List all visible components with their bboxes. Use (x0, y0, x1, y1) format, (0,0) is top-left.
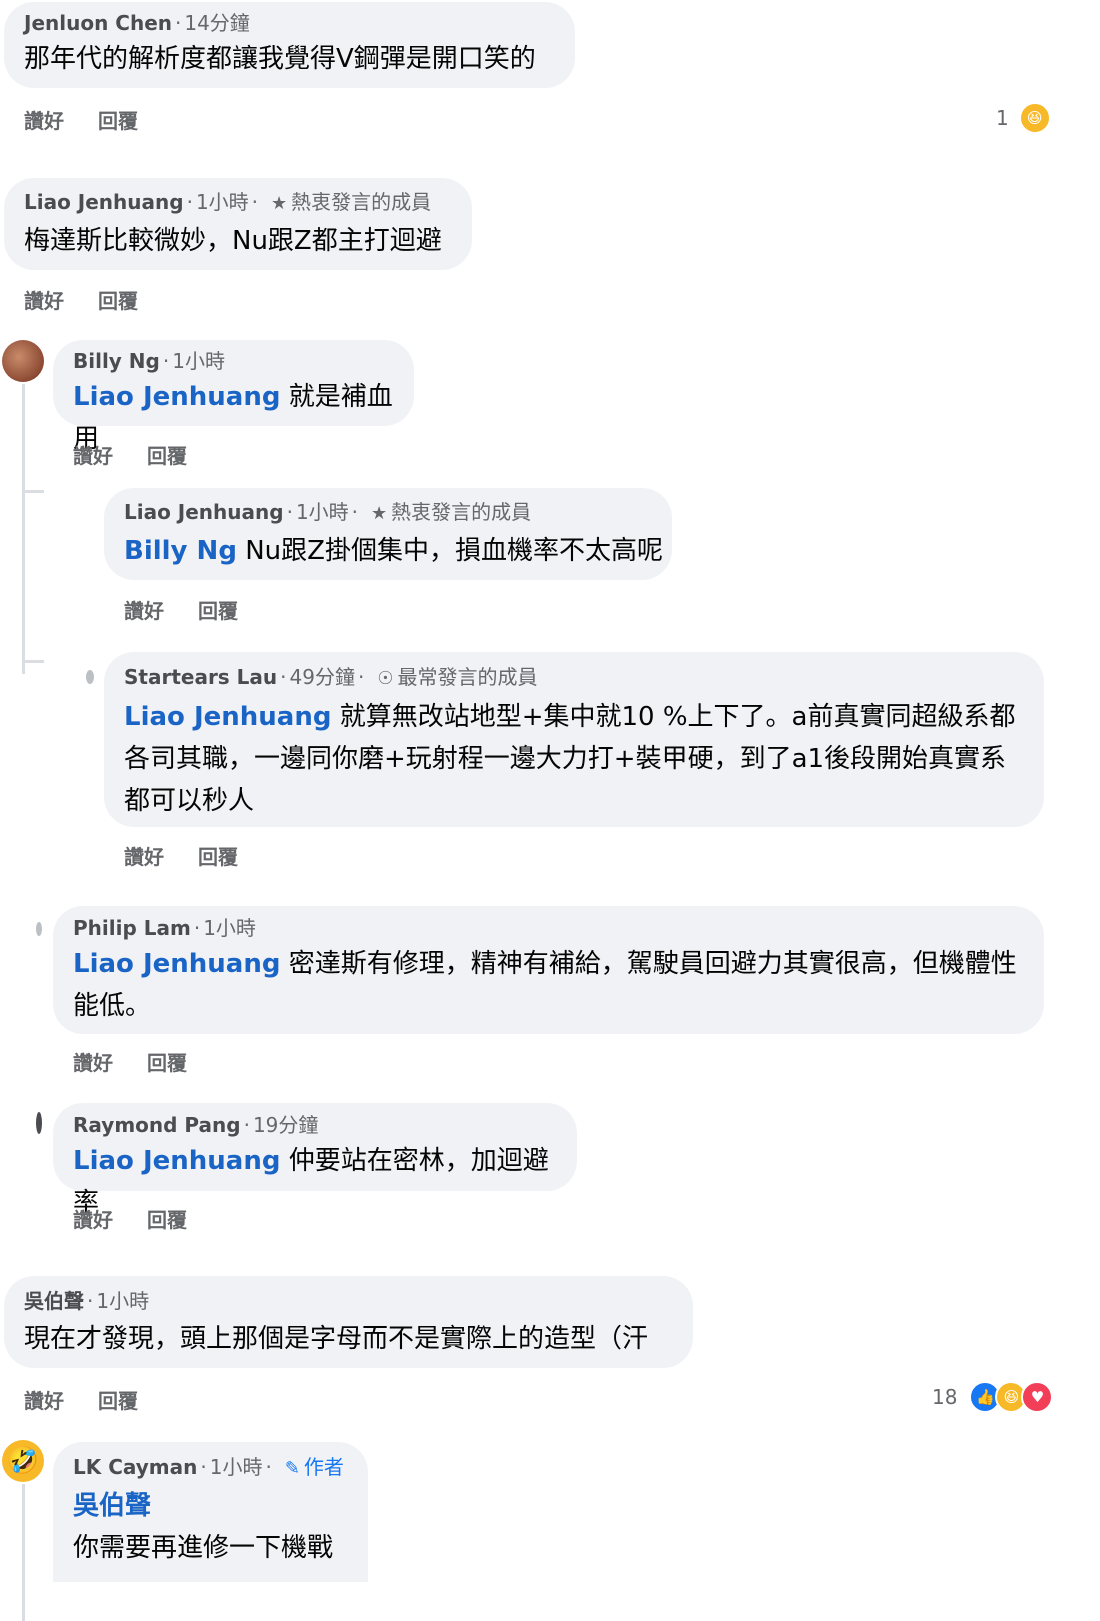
like-button[interactable]: 讚好 (73, 1051, 113, 1075)
reply-button[interactable]: 回覆 (198, 845, 238, 869)
comment-time[interactable]: 1小時 (172, 349, 225, 373)
comment-meta: Liao Jenhuang · 1小時 · ★ 熱衷發言的成員 (24, 190, 432, 214)
comment-actions: 讚好 回覆 (24, 1385, 138, 1414)
mention-link[interactable]: Liao Jenhuang (73, 1146, 280, 1176)
like-button[interactable]: 讚好 (24, 109, 64, 133)
comment-text: Liao Jenhuang 就算無改站地型+集中就10 %上下了。a前真實同超級… (124, 702, 1016, 816)
haha-icon: 😆 (1018, 102, 1051, 134)
mention-link[interactable]: Liao Jenhuang (124, 702, 331, 732)
thread-line (22, 1484, 25, 1621)
comment-time[interactable]: 49分鐘 (290, 665, 355, 689)
comment-meta: Philip Lam · 1小時 (73, 916, 256, 940)
like-button[interactable]: 讚好 (124, 599, 164, 623)
like-button[interactable]: 讚好 (24, 289, 64, 313)
comment-time[interactable]: 14分鐘 (184, 11, 249, 35)
member-badge: 熱衷發言的成員 (391, 500, 532, 524)
mention-link[interactable]: Liao Jenhuang (73, 949, 280, 979)
comment-meta: Liao Jenhuang · 1小時 · ★ 熱衷發言的成員 (124, 500, 532, 524)
comment-text: 現在才發現，頭上那個是字母而不是實際上的造型（汗 (24, 1324, 649, 1354)
comment-time[interactable]: 1小時 (296, 500, 349, 524)
like-button[interactable]: 讚好 (73, 444, 113, 468)
comment-meta: Startears Lau · 49分鐘 · ☉ 最常發言的成員 (124, 665, 538, 689)
avatar[interactable] (36, 922, 42, 936)
like-button[interactable]: 讚好 (124, 845, 164, 869)
comment-actions: 讚好 回覆 (24, 285, 138, 314)
commenter-name[interactable]: 吳伯聲 (24, 1289, 84, 1313)
comment-time[interactable]: 19分鐘 (253, 1113, 318, 1137)
comment-actions: 讚好 回覆 (124, 595, 238, 624)
reply-button[interactable]: 回覆 (98, 289, 138, 313)
mention-link[interactable]: 吳伯聲 (73, 1485, 363, 1527)
star-icon: ★ (271, 193, 288, 214)
comment-time[interactable]: 1小時 (196, 190, 249, 214)
commenter-name[interactable]: Philip Lam (73, 916, 191, 940)
heart-icon: ♥ (1021, 1381, 1054, 1413)
comment-meta: Billy Ng · 1小時 (73, 349, 225, 373)
reaction-summary[interactable]: 1 😆 (996, 102, 1051, 134)
commenter-name[interactable]: Startears Lau (124, 665, 277, 689)
reply-button[interactable]: 回覆 (98, 1389, 138, 1413)
comment-meta: Jenluon Chen · 14分鐘 (24, 11, 250, 35)
comment-text: Liao Jenhuang 密達斯有修理，精神有補給，駕駛員回避力其實很高，但機… (73, 949, 1017, 1021)
comment-time[interactable]: 1小時 (96, 1289, 149, 1313)
comment-time[interactable]: 1小時 (210, 1455, 263, 1479)
avatar[interactable] (86, 670, 94, 684)
avatar[interactable] (36, 1112, 42, 1134)
reaction-count: 18 (932, 1385, 958, 1409)
avatar[interactable] (2, 340, 44, 382)
thread-line (22, 384, 25, 674)
commenter-name[interactable]: Liao Jenhuang (124, 500, 284, 524)
comment-text: 梅達斯比較微妙，Nu跟Z都主打迴避 (24, 226, 442, 256)
thread-connector (22, 660, 44, 663)
medal-icon: ☉ (377, 668, 394, 689)
avatar[interactable]: 🤣 (2, 1440, 44, 1482)
mention-link[interactable]: Liao Jenhuang (73, 382, 280, 412)
mention-link[interactable]: Billy Ng (124, 536, 237, 566)
comment-actions: 讚好 回覆 (73, 440, 187, 469)
comment-actions: 讚好 回覆 (73, 1204, 187, 1233)
comment-actions: 讚好 回覆 (73, 1047, 187, 1076)
reply-button[interactable]: 回覆 (147, 1051, 187, 1075)
comment-meta: Raymond Pang · 19分鐘 (73, 1113, 319, 1137)
commenter-name[interactable]: Billy Ng (73, 349, 160, 373)
pencil-icon: ✎ (284, 1458, 300, 1479)
reply-button[interactable]: 回覆 (147, 444, 187, 468)
comment-text: Billy Ng Nu跟Z掛個集中，損血機率不太高呢 (124, 536, 663, 566)
comment-actions: 讚好 回覆 (24, 105, 138, 134)
comment-actions: 讚好 回覆 (124, 841, 238, 870)
commenter-name[interactable]: Raymond Pang (73, 1113, 241, 1137)
reaction-summary[interactable]: 18 👍 😆 ♥ (932, 1381, 1054, 1413)
reply-button[interactable]: 回覆 (147, 1208, 187, 1232)
commenter-name[interactable]: LK Cayman (73, 1455, 197, 1479)
like-button[interactable]: 讚好 (73, 1208, 113, 1232)
comment-time[interactable]: 1小時 (203, 916, 256, 940)
commenter-name[interactable]: Jenluon Chen (24, 11, 172, 35)
member-badge: 最常發言的成員 (397, 665, 538, 689)
comment-meta: LK Cayman · 1小時 · ✎ 作者 (73, 1455, 344, 1479)
reply-button[interactable]: 回覆 (198, 599, 238, 623)
comment-text: 那年代的解析度都讓我覺得V鋼彈是開口笑的 (24, 44, 536, 74)
commenter-name[interactable]: Liao Jenhuang (24, 190, 184, 214)
star-icon: ★ (371, 503, 388, 524)
thread-connector (22, 490, 44, 493)
comment-text: 吳伯聲 你需要再進修一下機戰 (73, 1485, 363, 1569)
reply-button[interactable]: 回覆 (98, 109, 138, 133)
author-badge: 作者 (303, 1455, 344, 1479)
comment-meta: 吳伯聲 · 1小時 (24, 1289, 150, 1313)
reaction-count: 1 (996, 106, 1009, 130)
like-button[interactable]: 讚好 (24, 1389, 64, 1413)
member-badge: 熱衷發言的成員 (291, 190, 432, 214)
